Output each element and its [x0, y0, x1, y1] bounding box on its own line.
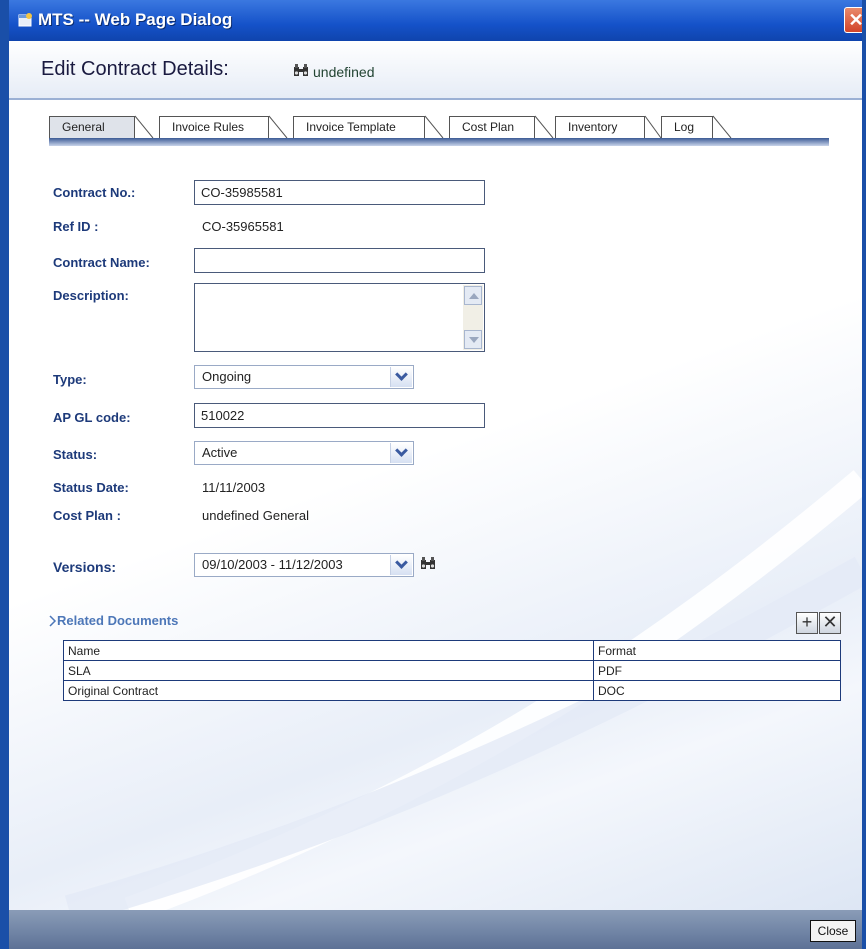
table-row[interactable]: Original Contract DOC: [63, 680, 841, 701]
type-label: Type:: [53, 372, 87, 387]
contract-identifier: undefined: [313, 64, 375, 80]
status-date-value: 11/11/2003: [202, 480, 266, 495]
binoculars-icon[interactable]: [293, 63, 309, 77]
document-name-cell[interactable]: Original Contract: [63, 680, 594, 701]
status-select[interactable]: Active: [194, 441, 414, 465]
type-select[interactable]: Ongoing: [194, 365, 414, 389]
cost-plan-value: undefined General: [202, 508, 309, 523]
versions-select[interactable]: 09/10/2003 - 11/12/2003: [194, 553, 414, 577]
related-documents-title[interactable]: Related Documents: [57, 613, 178, 628]
title-bar[interactable]: MTS -- Web Page Dialog ✕: [9, 0, 862, 41]
column-header-name[interactable]: Name: [63, 640, 594, 661]
ref-id-value: CO-35965581: [202, 219, 284, 234]
scroll-up-button[interactable]: [464, 286, 482, 305]
ap-gl-code-label: AP GL code:: [53, 410, 131, 425]
contract-no-field[interactable]: CO-35985581: [194, 180, 485, 205]
tab-slants: [134, 115, 732, 139]
dialog-header: Edit Contract Details: undefined: [9, 41, 862, 100]
remove-document-button[interactable]: ✕: [819, 612, 841, 634]
background-swoosh: [64, 470, 862, 910]
chevron-down-icon[interactable]: [390, 555, 412, 575]
scroll-down-button[interactable]: [464, 330, 482, 349]
description-field[interactable]: [194, 283, 485, 352]
add-document-button[interactable]: +: [796, 612, 818, 634]
document-format-cell: DOC: [593, 680, 841, 701]
cost-plan-label: Cost Plan :: [53, 508, 121, 523]
status-label: Status:: [53, 447, 98, 462]
dialog-footer: Close: [9, 910, 862, 949]
status-select-value: Active: [202, 445, 238, 460]
app-icon: [18, 13, 32, 27]
description-label: Description:: [53, 288, 129, 303]
dialog-window: MTS -- Web Page Dialog ✕ Edit Contract D…: [0, 0, 866, 949]
expand-arrow-icon[interactable]: [49, 615, 57, 627]
versions-label: Versions:: [53, 559, 117, 575]
window-close-button[interactable]: ✕: [844, 7, 862, 33]
ref-id-label: Ref ID :: [53, 219, 99, 234]
chevron-down-icon[interactable]: [390, 443, 412, 463]
chevron-down-icon[interactable]: [390, 367, 412, 387]
status-date-label: Status Date:: [53, 480, 129, 495]
contract-name-field[interactable]: [194, 248, 485, 273]
document-name-cell[interactable]: SLA: [63, 660, 594, 681]
contract-name-label: Contract Name:: [53, 255, 150, 270]
binoculars-icon[interactable]: [420, 556, 436, 570]
table-header-row: Name Format: [63, 640, 841, 661]
contract-no-label: Contract No.:: [53, 185, 136, 200]
related-documents-table: Name Format SLA PDF Original Contract DO…: [63, 640, 841, 701]
column-header-format[interactable]: Format: [593, 640, 841, 661]
table-row[interactable]: SLA PDF: [63, 660, 841, 681]
ap-gl-code-field[interactable]: 510022: [194, 403, 485, 428]
page-title: Edit Contract Details:: [41, 58, 229, 80]
document-format-cell: PDF: [593, 660, 841, 681]
close-button[interactable]: Close: [810, 920, 856, 942]
versions-select-value: 09/10/2003 - 11/12/2003: [202, 557, 343, 572]
type-select-value: Ongoing: [202, 369, 252, 384]
description-scrollbar[interactable]: [463, 285, 483, 350]
window-title: MTS -- Web Page Dialog: [38, 10, 233, 29]
tab-underline: [49, 138, 829, 146]
